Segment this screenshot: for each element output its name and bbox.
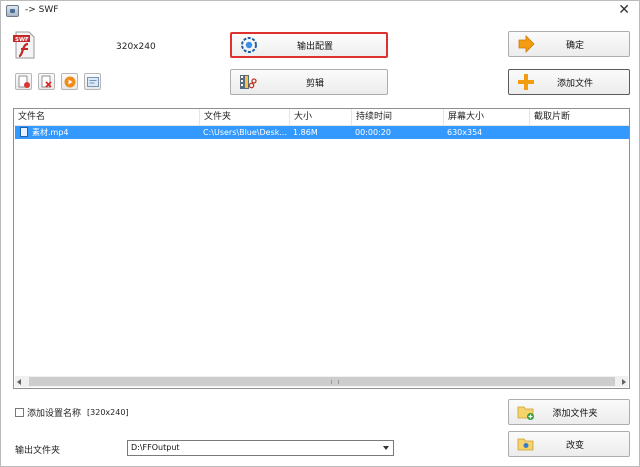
dropdown-arrow-icon[interactable] xyxy=(383,446,389,450)
title-bar: -> SWF ✕ xyxy=(1,1,639,21)
add-setting-name-checkbox[interactable] xyxy=(15,408,24,417)
cell-size: 1.86M xyxy=(293,128,318,137)
output-folder-label: 输出文件夹 xyxy=(15,446,61,456)
edit-clip-button[interactable]: 剪辑 xyxy=(230,69,388,95)
add-setting-name-option[interactable]: 添加设置名称 [320x240] xyxy=(15,406,129,419)
app-icon xyxy=(6,5,19,17)
media-info-button[interactable] xyxy=(84,73,101,90)
main-window: -> SWF ✕ SWF 320x240 输出配置 确定 剪辑 添加文件 文件名… xyxy=(0,0,640,467)
scroll-left-icon[interactable] xyxy=(17,379,21,385)
delete-button[interactable] xyxy=(38,73,55,90)
scroll-thumb[interactable] xyxy=(29,377,615,386)
file-list[interactable]: 文件名 文件夹 大小 持续时间 屏幕大小 截取片断 素材.mp4 C:\User… xyxy=(13,108,630,389)
video-file-icon xyxy=(20,127,28,137)
cell-folder: C:\Users\Blue\Desk... xyxy=(203,128,287,137)
output-folder-select[interactable]: D:\FFOutput xyxy=(127,440,394,456)
output-settings-button[interactable]: 输出配置 xyxy=(230,32,388,58)
window-title: -> SWF xyxy=(25,5,59,15)
svg-text:SWF: SWF xyxy=(15,37,29,43)
change-label: 改变 xyxy=(565,440,584,451)
cell-filename: 素材.mp4 xyxy=(32,128,69,137)
delete-icon xyxy=(41,75,52,88)
column-header-screen-size[interactable]: 屏幕大小 xyxy=(444,109,530,126)
grip-icon xyxy=(331,380,339,384)
play-icon xyxy=(64,76,76,88)
checkbox-label: 添加设置名称 xyxy=(27,409,82,419)
play-button[interactable] xyxy=(61,73,78,90)
arrow-right-icon xyxy=(518,35,535,53)
checkbox-value: [320x240] xyxy=(87,408,129,417)
scroll-right-icon[interactable] xyxy=(622,379,626,385)
table-row[interactable]: 素材.mp4 C:\Users\Blue\Desk... 1.86M 00:00… xyxy=(15,126,629,139)
cell-clip xyxy=(530,126,626,139)
info-icon xyxy=(87,77,99,87)
plus-icon xyxy=(518,74,534,90)
output-folder-value: D:\FFOutput xyxy=(131,443,180,452)
column-header-clip[interactable]: 截取片断 xyxy=(530,109,629,126)
column-header-duration[interactable]: 持续时间 xyxy=(352,109,444,126)
settings-gear-icon xyxy=(241,37,257,53)
column-header-size[interactable]: 大小 xyxy=(290,109,352,126)
folder-add-icon xyxy=(517,406,534,420)
close-icon[interactable]: ✕ xyxy=(618,2,630,18)
output-settings-label: 输出配置 xyxy=(296,41,333,52)
change-folder-button[interactable]: 改变 xyxy=(508,431,630,457)
add-file-label: 添加文件 xyxy=(556,78,593,89)
ok-button[interactable]: 确定 xyxy=(508,31,630,57)
add-folder-button[interactable]: 添加文件夹 xyxy=(508,399,630,425)
new-task-button[interactable] xyxy=(15,73,32,90)
list-header: 文件名 文件夹 大小 持续时间 屏幕大小 截取片断 xyxy=(14,109,629,126)
add-folder-label: 添加文件夹 xyxy=(552,408,598,419)
swf-format-icon: SWF xyxy=(13,31,35,59)
column-header-folder[interactable]: 文件夹 xyxy=(200,109,290,126)
folder-open-icon xyxy=(517,438,534,451)
horizontal-scrollbar[interactable] xyxy=(15,376,628,387)
add-file-button[interactable]: 添加文件 xyxy=(508,69,630,95)
output-size-label: 320x240 xyxy=(116,42,156,52)
cell-screen-size: 630x354 xyxy=(447,128,483,137)
column-header-filename[interactable]: 文件名 xyxy=(14,109,200,126)
film-scissors-icon xyxy=(240,75,257,89)
edit-label: 剪辑 xyxy=(305,78,324,89)
cell-duration: 00:00:20 xyxy=(355,128,391,137)
new-icon xyxy=(18,75,30,88)
ok-label: 确定 xyxy=(565,40,584,51)
